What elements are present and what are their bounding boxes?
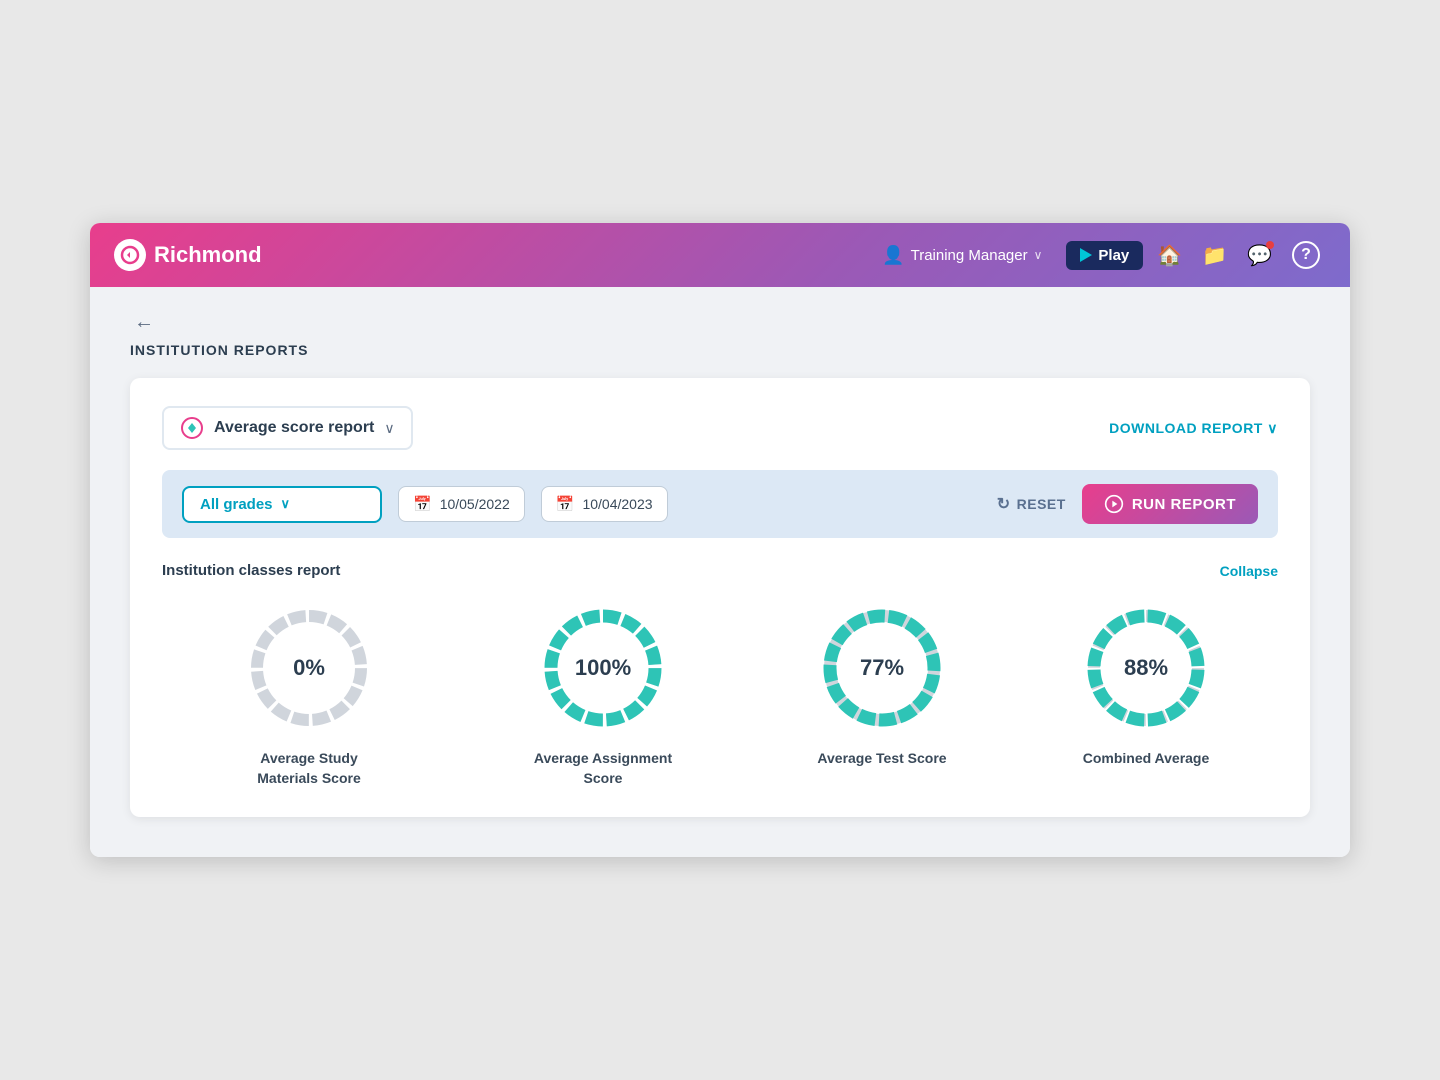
navbar: Richmond 👤 Training Manager ∨ Play 🏠 📁 💬 bbox=[90, 223, 1350, 287]
donut-combined: 88% bbox=[1081, 603, 1211, 733]
filter-bar: All grades ∨ 📅 10/05/2022 📅 10/04/2023 ↻… bbox=[162, 470, 1278, 538]
chart-item-study-materials: 0% Average Study Materials Score bbox=[229, 603, 389, 788]
grade-label: All grades bbox=[200, 496, 273, 513]
chart-item-combined: 88% Combined Average bbox=[1081, 603, 1211, 769]
page-content: ← INSTITUTION REPORTS Average score repo… bbox=[90, 287, 1350, 856]
back-arrow-icon: ← bbox=[134, 311, 154, 334]
folder-icon: 📁 bbox=[1202, 243, 1227, 268]
donut-label-combined: 88% bbox=[1124, 655, 1168, 681]
brand-name: Richmond bbox=[154, 242, 262, 268]
chart-caption-test: Average Test Score bbox=[817, 749, 946, 769]
user-label: Training Manager bbox=[911, 247, 1028, 264]
run-report-label: RUN REPORT bbox=[1132, 496, 1236, 513]
donut-study-materials: 0% bbox=[244, 603, 374, 733]
grade-chevron-icon: ∨ bbox=[281, 496, 291, 512]
chart-caption-study-materials: Average Study Materials Score bbox=[229, 749, 389, 788]
donut-test: 77% bbox=[817, 603, 947, 733]
play-button[interactable]: Play bbox=[1066, 241, 1143, 270]
chart-item-test: 77% Average Test Score bbox=[817, 603, 947, 769]
donut-label-study-materials: 0% bbox=[293, 655, 325, 681]
classes-report-title: Institution classes report bbox=[162, 562, 340, 579]
classes-report-header: Institution classes report Collapse bbox=[162, 562, 1278, 579]
calendar-icon-2: 📅 bbox=[556, 495, 575, 513]
report-type-label: Average score report bbox=[214, 419, 374, 437]
help-button[interactable]: ? bbox=[1286, 235, 1326, 275]
chart-caption-combined: Combined Average bbox=[1083, 749, 1210, 769]
home-button[interactable]: 🏠 bbox=[1151, 237, 1188, 274]
brand-icon bbox=[114, 239, 146, 271]
run-report-button[interactable]: RUN REPORT bbox=[1082, 484, 1258, 524]
main-window: Richmond 👤 Training Manager ∨ Play 🏠 📁 💬 bbox=[90, 223, 1350, 856]
charts-row: 0% Average Study Materials Score 100% Avera… bbox=[162, 603, 1278, 788]
play-label: Play bbox=[1098, 247, 1129, 264]
date-to-value: 10/04/2023 bbox=[582, 496, 652, 512]
chart-caption-assignment: Average Assignment Score bbox=[523, 749, 683, 788]
donut-label-test: 77% bbox=[860, 655, 904, 681]
navbar-actions: Play 🏠 📁 💬 ? bbox=[1066, 235, 1326, 275]
help-icon: ? bbox=[1292, 241, 1320, 269]
run-report-icon bbox=[1104, 494, 1124, 514]
brand: Richmond bbox=[114, 239, 882, 271]
date-to-input[interactable]: 📅 10/04/2023 bbox=[541, 486, 668, 522]
date-from-input[interactable]: 📅 10/05/2022 bbox=[398, 486, 525, 522]
grade-select[interactable]: All grades ∨ bbox=[182, 486, 382, 523]
chevron-down-icon: ∨ bbox=[1034, 248, 1043, 262]
report-type-selector[interactable]: Average score report ∨ bbox=[162, 406, 413, 450]
report-type-icon bbox=[180, 416, 204, 440]
notification-dot bbox=[1266, 241, 1274, 249]
chart-item-assignment: 100% Average Assignment Score bbox=[523, 603, 683, 788]
date-from-value: 10/05/2022 bbox=[440, 496, 510, 512]
download-report-button[interactable]: DOWNLOAD REPORT ∨ bbox=[1109, 420, 1278, 437]
home-icon: 🏠 bbox=[1157, 243, 1182, 268]
reset-icon: ↻ bbox=[997, 494, 1011, 514]
folder-button[interactable]: 📁 bbox=[1196, 237, 1233, 274]
donut-label-assignment: 100% bbox=[575, 655, 631, 681]
user-icon: 👤 bbox=[882, 245, 904, 266]
reset-label: RESET bbox=[1017, 496, 1066, 512]
back-button[interactable]: ← bbox=[130, 307, 158, 338]
user-menu[interactable]: 👤 Training Manager ∨ bbox=[882, 245, 1042, 266]
report-header: Average score report ∨ DOWNLOAD REPORT ∨ bbox=[162, 406, 1278, 450]
collapse-button[interactable]: Collapse bbox=[1220, 563, 1278, 579]
report-card: Average score report ∨ DOWNLOAD REPORT ∨… bbox=[130, 378, 1310, 816]
play-triangle-icon bbox=[1080, 248, 1092, 262]
page-title: INSTITUTION REPORTS bbox=[130, 342, 1310, 358]
calendar-icon: 📅 bbox=[413, 495, 432, 513]
reset-button[interactable]: ↻ RESET bbox=[997, 494, 1066, 514]
donut-assignment: 100% bbox=[538, 603, 668, 733]
report-type-chevron-icon: ∨ bbox=[384, 420, 394, 437]
message-button[interactable]: 💬 bbox=[1241, 237, 1278, 274]
